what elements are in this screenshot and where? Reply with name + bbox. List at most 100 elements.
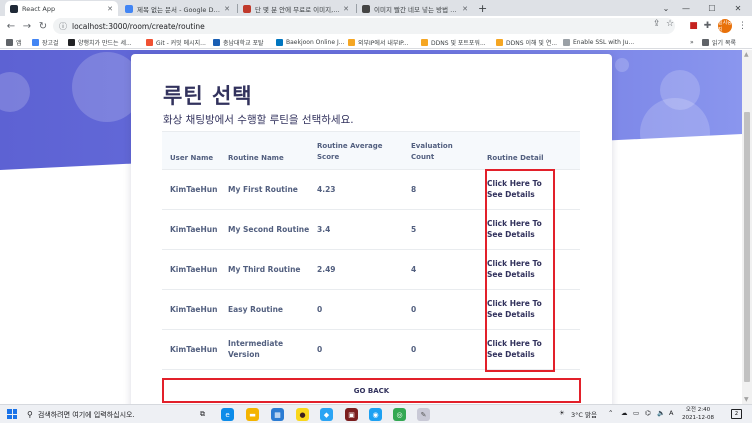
cloud-icon[interactable]: ☁ bbox=[621, 409, 628, 417]
bookmark-favicon-icon bbox=[68, 39, 75, 46]
column-header-user: User Name bbox=[170, 154, 214, 162]
tab-image-editor[interactable]: 단 몇 분 안에 무료로 이미지, 비... ✕ bbox=[238, 1, 354, 16]
bookmark-item[interactable]: 양행치가 만드는 세... bbox=[68, 37, 132, 48]
react-favicon-icon bbox=[10, 4, 18, 13]
scroll-up-icon[interactable]: ▲ bbox=[744, 51, 749, 58]
bookmark-label: 외부IP에서 내부IP... bbox=[358, 40, 409, 47]
taskbar-search[interactable]: ⚲ 검색하려면 여기에 입력하십시오. bbox=[27, 408, 135, 421]
bookmark-label: DDNS 이해 및 연... bbox=[506, 40, 558, 47]
cell-routine: My Third Routine bbox=[228, 265, 301, 274]
cell-score: 0 bbox=[317, 345, 323, 354]
cell-user: KimTaeHun bbox=[170, 225, 218, 234]
bookmark-item[interactable]: 외부IP에서 내부IP... bbox=[348, 37, 409, 48]
volume-icon[interactable]: 🔈 bbox=[657, 409, 665, 417]
paint-icon[interactable]: ✎ bbox=[417, 408, 430, 421]
browser-toolbar: ← → ↻ ⓘ localhost:3000/room/create/routi… bbox=[0, 16, 752, 36]
minimize-icon[interactable]: — bbox=[672, 0, 700, 16]
notification-icon[interactable]: 2 bbox=[731, 409, 742, 419]
scroll-down-icon[interactable]: ▼ bbox=[744, 396, 749, 403]
puzzle-icon[interactable]: ✚ bbox=[701, 19, 714, 32]
cell-score: 4.23 bbox=[317, 185, 336, 194]
store-icon[interactable]: ▦ bbox=[271, 408, 284, 421]
close-icon[interactable]: ✕ bbox=[107, 5, 113, 13]
git-icon bbox=[146, 39, 153, 46]
bookmark-item[interactable]: Enable SSL with Ju... bbox=[563, 37, 634, 48]
bookmark-item[interactable]: DDNS 이해 및 연... bbox=[496, 37, 557, 48]
chrome-icon[interactable]: ◎ bbox=[393, 408, 406, 421]
kebab-menu-icon[interactable]: ⋮ bbox=[736, 19, 749, 32]
bookmark-item[interactable]: 장고걸 bbox=[32, 37, 59, 48]
tab-title: React App bbox=[22, 4, 56, 13]
messenger-icon[interactable]: ◉ bbox=[369, 408, 382, 421]
close-icon[interactable]: ✕ bbox=[343, 5, 349, 13]
network-icon[interactable]: ⌬ bbox=[645, 409, 651, 417]
cell-user: KimTaeHun bbox=[170, 265, 218, 274]
reading-list-label: 읽기 목록 bbox=[712, 40, 736, 47]
kakaotalk-icon[interactable]: ● bbox=[296, 408, 309, 421]
bookmark-favicon-icon bbox=[276, 39, 283, 46]
tab-red-box-guide[interactable]: 이미지 빨간 네모 넣는 방법 (신... ✕ bbox=[357, 1, 473, 16]
bookmark-item[interactable]: Baekjoon Online J... bbox=[276, 37, 344, 48]
forward-arrow-icon[interactable]: → bbox=[20, 19, 34, 33]
maximize-icon[interactable]: ☐ bbox=[698, 0, 726, 16]
tab-bar: React App ✕ 제목 없는 문서 - Google Docs ✕ 단 몇… bbox=[0, 0, 752, 16]
cell-score: 0 bbox=[317, 305, 323, 314]
page-title: 루틴 선택 bbox=[163, 84, 253, 108]
bookmark-item[interactable]: DDNS 및 포트포워... bbox=[421, 37, 486, 48]
vscode-icon[interactable]: ◆ bbox=[320, 408, 333, 421]
avatar[interactable]: 일시중지 bbox=[718, 19, 732, 33]
reload-icon[interactable]: ↻ bbox=[36, 19, 50, 33]
clock[interactable]: 오전 2:40 2021-12-08 bbox=[682, 406, 714, 422]
reading-list[interactable]: 읽기 목록 bbox=[702, 37, 736, 48]
address-bar[interactable]: ⓘ localhost:3000/room/create/routine bbox=[53, 18, 675, 34]
address-url[interactable]: localhost:3000/room/create/routine bbox=[72, 22, 205, 31]
tab-title: 제목 없는 문서 - Google Docs bbox=[137, 5, 222, 14]
close-window-icon[interactable]: ✕ bbox=[724, 0, 752, 16]
file-explorer-icon[interactable]: ▬ bbox=[246, 408, 259, 421]
column-header-count: Evaluation Count bbox=[411, 142, 453, 161]
close-icon[interactable]: ✕ bbox=[462, 5, 468, 13]
terminal-icon[interactable]: ▣ bbox=[345, 408, 358, 421]
detail-column-highlight bbox=[485, 169, 555, 372]
plus-icon[interactable]: + bbox=[478, 2, 487, 15]
bookmark-label: Baekjoon Online J... bbox=[286, 39, 345, 46]
cell-user: KimTaeHun bbox=[170, 185, 218, 194]
battery-icon[interactable]: ▭ bbox=[633, 409, 639, 417]
bookmark-label: 양행치가 만드는 세... bbox=[78, 40, 132, 47]
bookmark-item[interactable]: 충남대학교 포탈 bbox=[213, 37, 264, 48]
cell-user: KimTaeHun bbox=[170, 345, 218, 354]
bookmark-item[interactable]: Git - 커밋 메시지... bbox=[146, 37, 206, 48]
star-icon[interactable]: ☆ bbox=[666, 19, 674, 29]
folder-icon bbox=[496, 39, 503, 46]
more-bookmarks-icon[interactable]: » bbox=[690, 37, 694, 48]
cell-routine: My Second Routine bbox=[228, 225, 310, 234]
go-back-button[interactable]: GO BACK bbox=[162, 378, 581, 403]
weather-text[interactable]: 3°C 맑음 bbox=[571, 409, 597, 419]
decorative-circle bbox=[660, 70, 700, 110]
scroll-thumb[interactable] bbox=[744, 112, 750, 382]
bookmark-apps[interactable]: 앱 bbox=[6, 37, 22, 48]
weather-icon[interactable]: ☀ bbox=[559, 409, 565, 417]
bookmark-label: DDNS 및 포트포워... bbox=[431, 40, 486, 47]
extension-red-icon[interactable]: ■ bbox=[687, 19, 700, 32]
bookmark-label: Git - 커밋 메시지... bbox=[156, 40, 206, 47]
chevron-up-icon[interactable]: ⌃ bbox=[608, 409, 613, 417]
cell-count: 0 bbox=[411, 345, 417, 354]
back-arrow-icon[interactable]: ← bbox=[4, 19, 18, 33]
edge-icon[interactable]: e bbox=[221, 408, 234, 421]
windows-start-icon[interactable] bbox=[7, 409, 17, 419]
info-icon[interactable]: ⓘ bbox=[59, 21, 67, 32]
close-icon[interactable]: ✕ bbox=[224, 5, 230, 13]
task-view-icon[interactable]: ⧉ bbox=[196, 408, 209, 421]
cell-count: 5 bbox=[411, 225, 417, 234]
taskbar-search-placeholder: 검색하려면 여기에 입력하십시오. bbox=[37, 410, 135, 419]
cell-user: KimTaeHun bbox=[170, 305, 218, 314]
ime-indicator[interactable]: A bbox=[669, 409, 673, 417]
page-scrollbar[interactable]: ▲ ▼ bbox=[742, 50, 752, 404]
tab-react-app[interactable]: React App ✕ bbox=[5, 1, 118, 16]
bookmarks-bar: 앱 장고걸 양행치가 만드는 세... Git - 커밋 메시지... 충남대학… bbox=[0, 36, 752, 49]
column-header-detail: Routine Detail bbox=[487, 154, 544, 162]
decorative-circle bbox=[615, 58, 629, 72]
tab-google-docs[interactable]: 제목 없는 문서 - Google Docs ✕ bbox=[120, 1, 235, 16]
share-icon[interactable]: ⇪ bbox=[653, 19, 661, 29]
